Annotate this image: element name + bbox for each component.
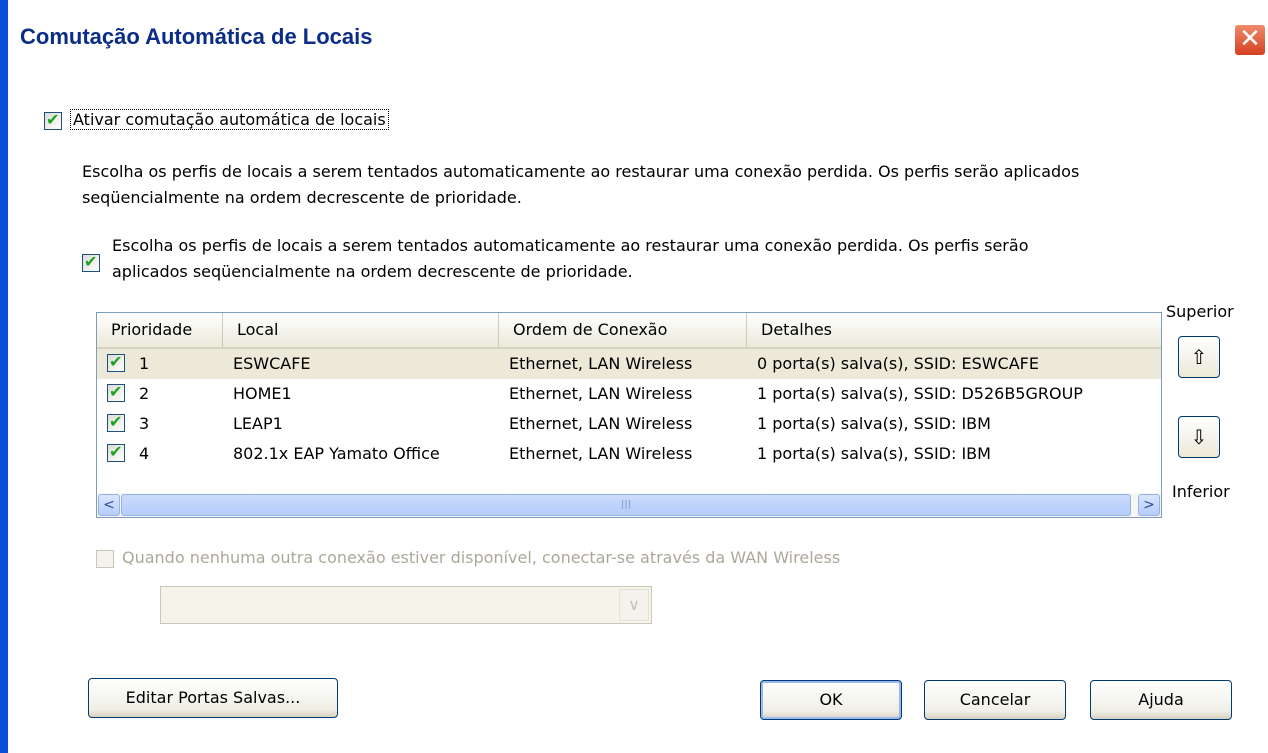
column-header-connection-order[interactable]: Ordem de Conexão <box>499 313 747 347</box>
row-enabled-checkbox[interactable] <box>107 442 125 462</box>
column-header-details[interactable]: Detalhes <box>747 313 1161 347</box>
table-row[interactable]: 1 ESWCAFE Ethernet, LAN Wireless 0 porta… <box>97 349 1161 379</box>
row-priority: 4 <box>139 444 150 463</box>
row-enabled-checkbox[interactable] <box>107 352 125 372</box>
row-location: HOME1 <box>233 384 292 403</box>
ok-button[interactable]: OK <box>760 680 902 720</box>
row-details: 1 porta(s) salva(s), SSID: IBM <box>757 414 991 433</box>
enable-switching-label[interactable]: Ativar comutação automática de locais <box>70 109 389 130</box>
list-header: Prioridade Local Ordem de Conexão Detalh… <box>97 313 1161 349</box>
table-row[interactable]: 2 HOME1 Ethernet, LAN Wireless 1 porta(s… <box>97 379 1161 409</box>
move-down-button[interactable]: ⇩ <box>1178 416 1220 458</box>
wan-fallback-checkbox[interactable] <box>96 550 114 568</box>
row-connection-order: Ethernet, LAN Wireless <box>509 444 693 463</box>
table-row[interactable]: 4 802.1x EAP Yamato Office Ethernet, LAN… <box>97 439 1161 469</box>
row-location: ESWCAFE <box>233 354 311 373</box>
wan-fallback-label: Quando nenhuma outra conexão estiver dis… <box>122 548 841 567</box>
row-connection-order: Ethernet, LAN Wireless <box>509 354 693 373</box>
edit-saved-ports-button[interactable]: Editar Portas Salvas... <box>88 678 338 718</box>
scroll-left-button[interactable]: < <box>98 494 120 516</box>
row-priority: 2 <box>139 384 150 403</box>
row-priority: 1 <box>139 354 150 373</box>
row-location: LEAP1 <box>233 414 283 433</box>
row-details: 0 porta(s) salva(s), SSID: ESWCAFE <box>757 354 1039 373</box>
chevron-left-icon: < <box>103 497 115 513</box>
scroll-grip-icon: III <box>620 498 632 512</box>
arrow-down-icon: ⇩ <box>1190 425 1208 449</box>
enable-switching-checkbox[interactable] <box>44 110 62 130</box>
row-location: 802.1x EAP Yamato Office <box>233 444 440 463</box>
wan-profile-select[interactable]: ∨ <box>160 586 652 624</box>
chevron-right-icon: > <box>1143 497 1155 513</box>
sequential-checkbox[interactable] <box>82 252 100 272</box>
row-details: 1 porta(s) salva(s), SSID: D526B5GROUP <box>757 384 1083 403</box>
arrow-up-icon: ⇧ <box>1190 345 1208 369</box>
row-details: 1 porta(s) salva(s), SSID: IBM <box>757 444 991 463</box>
help-button[interactable]: Ajuda <box>1090 680 1232 720</box>
scroll-thumb[interactable]: III <box>121 494 1131 516</box>
dialog-body: Ativar comutação automática de locais Es… <box>8 84 1268 753</box>
description-line-2: seqüencialmente na ordem decrescente de … <box>82 188 522 207</box>
chevron-down-icon[interactable]: ∨ <box>619 589 649 621</box>
description-line-1: Escolha os perfis de locais a serem tent… <box>82 162 1080 181</box>
row-priority: 3 <box>139 414 150 433</box>
sequential-label-line-1[interactable]: Escolha os perfis de locais a serem tent… <box>112 236 1028 255</box>
scroll-right-button[interactable]: > <box>1138 494 1160 516</box>
profile-list[interactable]: Prioridade Local Ordem de Conexão Detalh… <box>96 312 1162 518</box>
table-row[interactable]: 3 LEAP1 Ethernet, LAN Wireless 1 porta(s… <box>97 409 1161 439</box>
column-header-location[interactable]: Local <box>223 313 499 347</box>
move-up-button[interactable]: ⇧ <box>1178 336 1220 378</box>
row-enabled-checkbox[interactable] <box>107 382 125 402</box>
dialog-window: Comutação Automática de Locais ✕ Ativar … <box>0 0 1268 753</box>
row-connection-order: Ethernet, LAN Wireless <box>509 384 693 403</box>
row-enabled-checkbox[interactable] <box>107 412 125 432</box>
column-header-priority[interactable]: Prioridade <box>97 313 223 347</box>
close-icon: ✕ <box>1239 24 1261 54</box>
close-button[interactable]: ✕ <box>1234 24 1266 56</box>
cancel-button[interactable]: Cancelar <box>924 680 1066 720</box>
move-up-label: Superior <box>1166 302 1234 321</box>
row-connection-order: Ethernet, LAN Wireless <box>509 414 693 433</box>
horizontal-scrollbar[interactable]: < III > <box>97 493 1161 517</box>
window-title: Comutação Automática de Locais <box>20 24 373 49</box>
title-bar: Comutação Automática de Locais ✕ <box>8 0 1268 84</box>
sequential-label-line-2[interactable]: aplicados seqüencialmente na ordem decre… <box>112 262 633 281</box>
move-down-label: Inferior <box>1172 482 1230 501</box>
